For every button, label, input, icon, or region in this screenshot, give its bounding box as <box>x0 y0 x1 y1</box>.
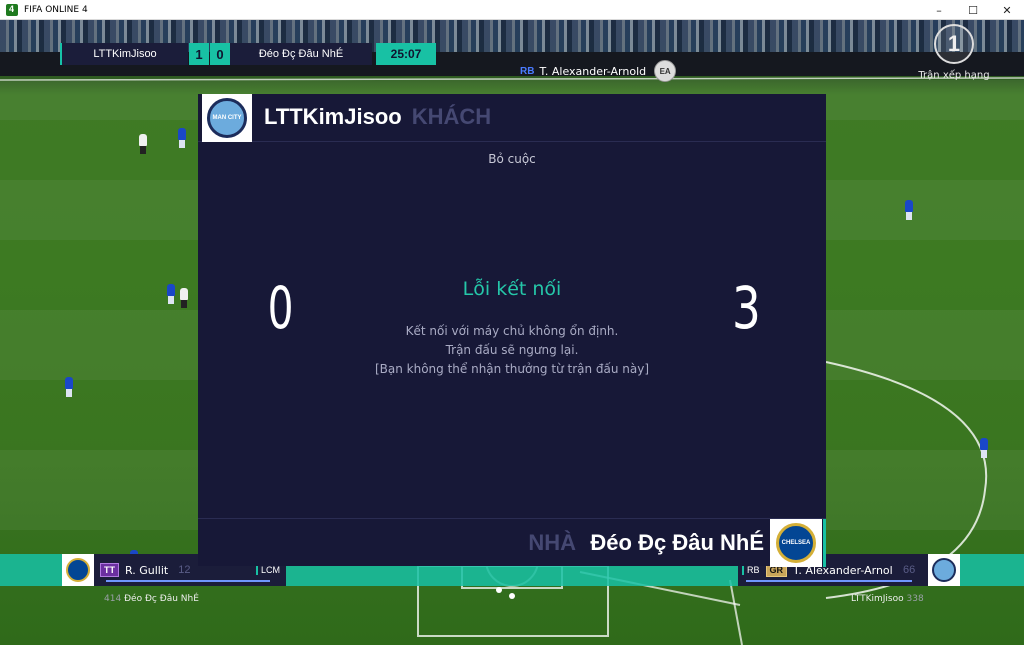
match-clock: 25:07 <box>376 43 436 65</box>
bottom-right-info: LTTKimJisoo 338 <box>851 594 924 604</box>
player-figure <box>180 288 188 308</box>
dialog-header: MAN CITY LTTKimJisoo KHÁCH <box>198 94 826 142</box>
right-card-number: 66 <box>903 564 916 576</box>
top-team-name: LTTKimJisoo <box>264 104 402 129</box>
bottom-left-info: 414 Đéo Đç Đâu NhÉ <box>104 594 199 604</box>
minimize-button[interactable]: – <box>922 0 956 20</box>
chelsea-crest-icon: CHELSEA <box>776 523 816 563</box>
man-city-crest-icon: MAN CITY <box>207 98 247 138</box>
left-card-badge: TT <box>100 563 119 577</box>
connection-error-dialog: MAN CITY LTTKimJisoo KHÁCH Bỏ cuộc 0 3 Lỗ… <box>198 94 826 567</box>
ranked-match-indicator: 1 Trận xếp hạng <box>918 24 990 81</box>
scoreboard-home-score: 1 <box>189 43 209 65</box>
window-controls: – ☐ ✕ <box>922 0 1024 20</box>
bottom-team-name: Đéo Đç Đâu NhÉ <box>590 530 764 555</box>
ea-logo-icon: EA <box>654 60 677 82</box>
player-figure <box>980 438 988 458</box>
bottom-team-side: NHÀ <box>528 530 576 555</box>
bottom-left-team: Đéo Đç Đâu NhÉ <box>124 594 199 604</box>
active-player-indicator: RB T. Alexander-Arnold EA <box>520 60 677 82</box>
app-icon <box>6 3 18 16</box>
man-city-crest-icon <box>932 558 956 582</box>
bottom-right-number: 338 <box>906 594 924 604</box>
window-title: FIFA ONLINE 4 <box>24 4 88 15</box>
active-player-position: RB <box>520 65 535 77</box>
left-card-number: 12 <box>178 564 191 576</box>
player-figure <box>167 284 175 304</box>
ranked-match-label: Trận xếp hạng <box>918 70 990 81</box>
left-card-position: LCM <box>255 565 280 575</box>
error-line-1: Kết nối với máy chủ không ổn định. <box>405 324 619 338</box>
top-team-name-row: LTTKimJisoo KHÁCH <box>264 104 491 130</box>
right-card-position: RB <box>742 565 760 575</box>
top-team-side: KHÁCH <box>411 104 492 129</box>
window-titlebar: FIFA ONLINE 4 – ☐ ✕ <box>0 0 1024 20</box>
error-line-3: [Bạn không thể nhận thưởng từ trận đấu n… <box>374 362 650 376</box>
left-card-stamina-bar <box>106 580 270 582</box>
scoreboard: LTTKimJisoo 1 0 Đéo Đç Đâu NhÉ 25:07 <box>60 43 436 65</box>
error-message: Kết nối với máy chủ không ổn định. Trận … <box>198 322 826 379</box>
bottom-right-team: LTTKimJisoo <box>851 594 904 604</box>
teal-edge-accent <box>823 519 826 567</box>
dialog-footer: NHÀ Đéo Đç Đâu NhÉ CHELSEA <box>198 518 826 567</box>
forfeit-label: Bỏ cuộc <box>488 152 536 166</box>
maximize-button[interactable]: ☐ <box>956 0 990 20</box>
player-figure <box>905 200 913 220</box>
error-title: Lỗi kết nối <box>462 278 562 300</box>
scoreboard-away-team: Đéo Đç Đâu NhÉ <box>230 43 372 65</box>
left-card-crest <box>62 554 94 586</box>
top-team-crest-box: MAN CITY <box>202 94 252 142</box>
right-card-stamina-bar <box>746 580 912 582</box>
close-button[interactable]: ✕ <box>990 0 1024 20</box>
player-figure <box>178 128 186 148</box>
ranked-match-icon: 1 <box>934 24 974 64</box>
scoreboard-home-team: LTTKimJisoo <box>60 43 188 65</box>
chelsea-crest-icon <box>66 558 90 582</box>
error-line-2: Trận đấu sẽ ngưng lại. <box>445 343 579 357</box>
bottom-team-crest-box: CHELSEA <box>770 519 822 567</box>
right-card-crest <box>928 554 960 586</box>
player-figure <box>139 134 147 154</box>
player-figure <box>65 377 73 397</box>
left-card-player-name: R. Gullit <box>125 563 169 577</box>
bottom-left-number: 414 <box>104 594 122 604</box>
active-player-name: T. Alexander-Arnold <box>539 64 647 78</box>
scoreboard-away-score: 0 <box>210 43 230 65</box>
